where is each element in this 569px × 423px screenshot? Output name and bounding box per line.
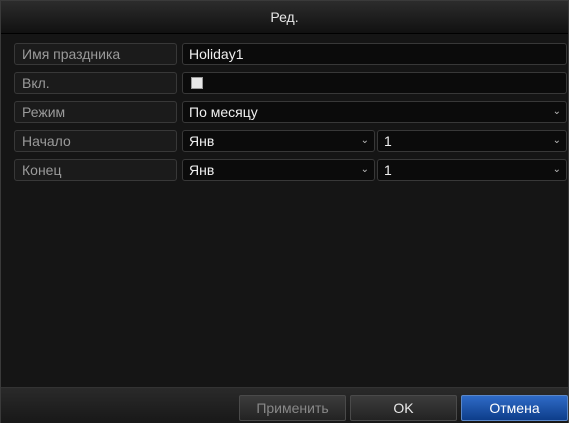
enabled-label: Вкл. [14,72,177,94]
row-start: Начало Янв ⌄ 1 ⌄ [14,130,567,152]
ok-button[interactable]: OK [350,395,457,421]
end-day-select[interactable]: 1 ⌄ [377,159,567,181]
end-month-select[interactable]: Янв ⌄ [182,159,375,181]
holiday-name-value: Holiday1 [189,46,244,62]
row-mode: Режим По месяцу ⌄ [14,101,567,123]
end-month-value: Янв [189,162,215,178]
mode-select[interactable]: По месяцу ⌄ [182,101,567,123]
cancel-button[interactable]: Отмена [461,395,568,421]
row-end: Конец Янв ⌄ 1 ⌄ [14,159,567,181]
apply-button[interactable]: Применить [239,395,346,421]
enabled-checkbox[interactable] [191,77,203,89]
mode-value: По месяцу [189,104,258,120]
chevron-down-icon: ⌄ [552,135,561,146]
end-label: Конец [14,159,177,181]
edit-holiday-dialog: Ред. Имя праздника Holiday1 Вкл. Режим П… [0,0,569,423]
end-day-value: 1 [384,162,392,178]
enabled-field [182,72,567,94]
chevron-down-icon: ⌄ [552,106,561,117]
start-label: Начало [14,130,177,152]
dialog-footer: Применить OK Отмена [1,387,568,423]
start-day-select[interactable]: 1 ⌄ [377,130,567,152]
holiday-name-input[interactable]: Holiday1 [182,43,567,65]
chevron-down-icon: ⌄ [360,135,369,146]
start-month-select[interactable]: Янв ⌄ [182,130,375,152]
row-enabled: Вкл. [14,72,567,94]
dialog-title: Ред. [1,1,568,34]
row-holiday-name: Имя праздника Holiday1 [14,43,567,65]
mode-label: Режим [14,101,177,123]
chevron-down-icon: ⌄ [552,164,561,175]
chevron-down-icon: ⌄ [360,164,369,175]
start-day-value: 1 [384,133,392,149]
holiday-name-label: Имя праздника [14,43,177,65]
start-month-value: Янв [189,133,215,149]
